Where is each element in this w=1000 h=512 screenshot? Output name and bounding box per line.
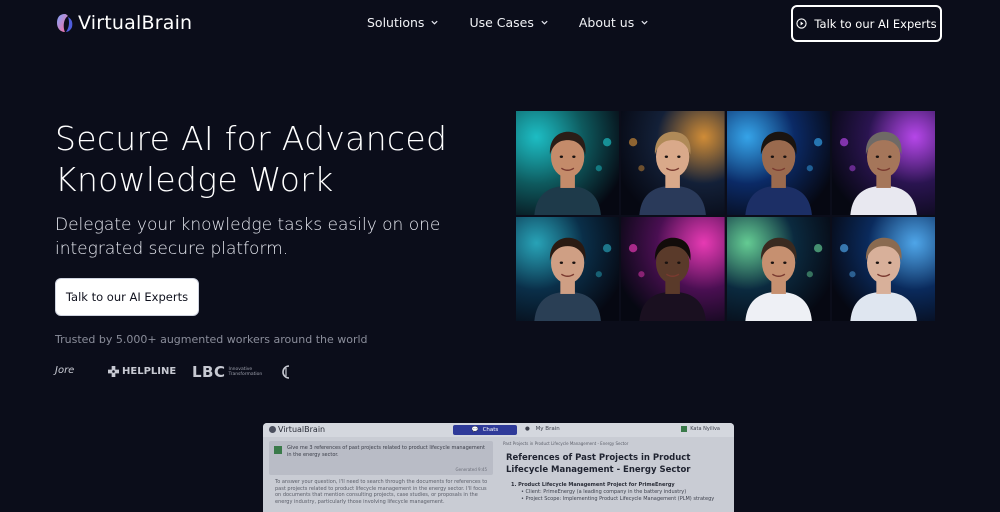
avatar: [681, 426, 688, 432]
preview-tab-my-brain[interactable]: ● My Brain: [525, 426, 560, 432]
menu-about-us-label: About us: [578, 15, 635, 30]
preview-user[interactable]: Kata Nyiliva: [681, 426, 720, 432]
portrait-photo-icon: [621, 111, 725, 215]
client-logo-partial: [279, 364, 293, 380]
menu-solutions[interactable]: Solutions: [367, 15, 439, 30]
chevron-down-icon: [541, 20, 548, 25]
portrait-photo-icon: [516, 217, 620, 321]
hero-cta-label: Talk to our AI Experts: [65, 290, 189, 304]
hero-subtitle: Delegate your knowledge tasks easily on …: [55, 215, 441, 259]
chat-bubble-icon: 💬: [471, 427, 479, 433]
list-item: • Client: PrimeEnergy (a leading company…: [521, 489, 687, 495]
menu-use-cases-label: Use Cases: [469, 15, 534, 30]
hero-title: Secure AI for Advanced Knowledge Work: [55, 119, 448, 199]
menu-solutions-label: Solutions: [367, 15, 425, 30]
client-logo-jore: Jore: [55, 365, 75, 376]
portrait-2: [621, 111, 725, 215]
portrait-photo-icon: [831, 217, 935, 321]
brain-icon: ●: [525, 426, 530, 432]
chevron-down-icon: [431, 20, 439, 25]
portrait-photo-icon: [726, 217, 830, 321]
preview-assistant-answer: To answer your question, I'll need to se…: [275, 479, 488, 505]
list-item: • Project Scope: Implementing Product Li…: [521, 496, 715, 502]
portrait-photo-icon: [726, 111, 830, 215]
client-logos: Jore HELPLINE LBC Innovative Transformat…: [55, 362, 315, 384]
menu-about-us[interactable]: About us: [579, 15, 649, 30]
trusted-by-text: Trusted by 5.000+ augmented workers arou…: [55, 333, 368, 346]
brain-logo-icon: [57, 14, 73, 32]
portrait-8: [831, 217, 935, 321]
client-logo-helpline: HELPLINE: [108, 366, 176, 377]
portrait-7: [726, 217, 830, 321]
preview-heading: References of Past Projects in Product L…: [506, 453, 691, 475]
talk-to-experts-nav-button[interactable]: Talk to our AI Experts: [791, 5, 942, 42]
portrait-photo-icon: [831, 111, 935, 215]
preview-document-panel: Past Projects in Product Lifecycle Manag…: [503, 441, 731, 503]
talk-to-experts-hero-button[interactable]: Talk to our AI Experts: [55, 278, 199, 316]
app-preview: VirtualBrain 💬 Chats ● My Brain Kata Nyi…: [263, 423, 734, 512]
portrait-5: [516, 217, 620, 321]
avatar: [274, 446, 282, 454]
main-menu: Solutions Use Cases About us: [367, 15, 649, 30]
chevron-down-icon: [641, 20, 648, 25]
brand-name: VirtualBrain: [78, 12, 193, 34]
list-item: 1. Product Lifecycle Management Project …: [511, 482, 675, 488]
preview-user-message: Give me 3 references of past projects re…: [269, 441, 493, 475]
menu-use-cases[interactable]: Use Cases: [469, 15, 548, 30]
preview-logo-icon: [269, 426, 276, 433]
portrait-photo-icon: [621, 217, 725, 321]
partial-logo-icon: [282, 365, 290, 379]
client-logo-lbc: LBC Innovative Transformation: [192, 363, 263, 381]
portrait-photo-icon: [516, 111, 620, 215]
preview-logo: VirtualBrain: [269, 425, 325, 434]
helpline-cross-icon: [108, 366, 119, 377]
portrait-grid: [516, 111, 935, 321]
preview-topbar: VirtualBrain 💬 Chats ● My Brain Kata Nyi…: [263, 423, 734, 437]
top-nav: VirtualBrain Solutions Use Cases About u…: [0, 0, 1000, 46]
portrait-1: [516, 111, 620, 215]
portrait-6: [621, 217, 725, 321]
portrait-3: [726, 111, 830, 215]
portrait-4: [831, 111, 935, 215]
brand-logo[interactable]: VirtualBrain: [56, 12, 192, 34]
preview-list: 1. Product Lifecycle Management Project …: [503, 482, 731, 503]
nav-cta-label: Talk to our AI Experts: [814, 16, 937, 31]
preview-breadcrumb: Past Projects in Product Lifecycle Manag…: [503, 441, 629, 446]
play-circle-icon: [796, 18, 808, 29]
preview-chat-panel: Give me 3 references of past projects re…: [269, 441, 493, 505]
preview-tab-chats[interactable]: 💬 Chats: [453, 425, 517, 435]
